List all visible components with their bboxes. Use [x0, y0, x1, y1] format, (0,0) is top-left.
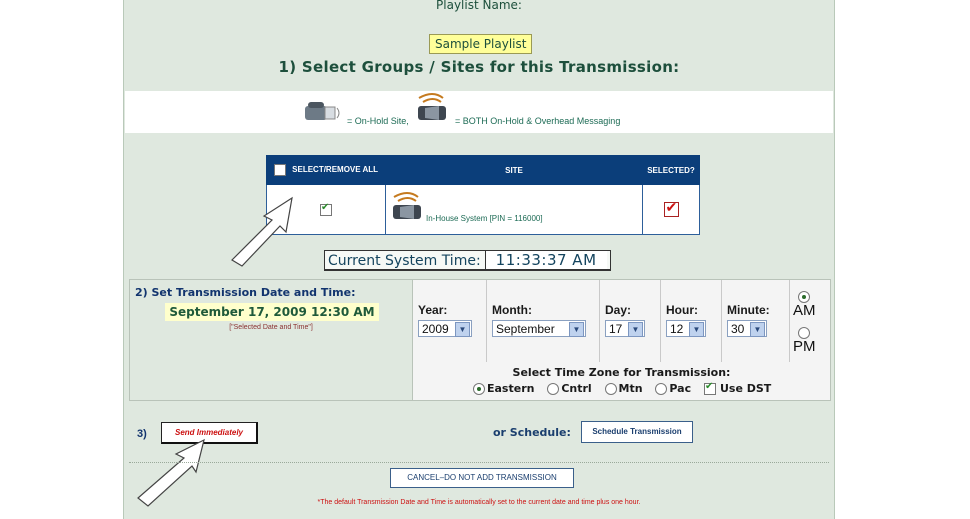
step3-section: 3) Send Immediately or Schedule: Schedul…: [129, 410, 829, 458]
speaker-megaphone-icon: [393, 192, 421, 219]
site-selected-cell: [642, 184, 700, 235]
month-cell: Month: September ▼: [487, 280, 600, 362]
step2-title: 2) Set Transmission Date and Time:: [135, 286, 356, 299]
tz-radio-mountain[interactable]: [604, 383, 617, 395]
step1-title: 1) Select Groups / Sites for this Transm…: [278, 58, 680, 76]
selected-datetime: September 17, 2009 12:30 AM: [165, 303, 379, 321]
tz-radio-eastern[interactable]: [473, 383, 485, 395]
chevron-down-icon: ▼: [569, 322, 584, 337]
cancel-button[interactable]: CANCEL–DO NOT ADD TRANSMISSION: [390, 468, 574, 488]
tz-label-central: Cntrl: [561, 382, 592, 395]
divider: [129, 462, 829, 463]
step2-summary: 2) Set Transmission Date and Time: Septe…: [130, 280, 413, 400]
hour-cell: Hour: 12 ▼: [661, 280, 722, 362]
day-cell: Day: 17 ▼: [600, 280, 661, 362]
current-time-value: 11:33:37 AM: [484, 251, 607, 269]
selected-header: SELECTED?: [642, 155, 700, 185]
minute-cell: Minute: 30 ▼: [722, 280, 790, 362]
day-label: Day:: [605, 303, 632, 317]
step2-section: 2) Set Transmission Date and Time: Septe…: [129, 279, 831, 401]
year-cell: Year: 2009 ▼: [413, 280, 487, 362]
speaker-megaphone-icon: [418, 93, 446, 120]
site-checkbox[interactable]: [320, 202, 332, 216]
timezone-title: Select Time Zone for Transmission:: [512, 366, 731, 379]
select-all-checkbox[interactable]: [273, 164, 286, 176]
chevron-down-icon: ▼: [750, 322, 765, 337]
selected-datetime-caption: ["Selected Date and Time"]: [229, 324, 313, 331]
table-row: In-House System [PIN = 116000]: [266, 184, 700, 235]
select-all-header[interactable]: SELECT/REMOVE ALL: [266, 155, 386, 185]
ampm-cell: AM PM: [790, 280, 830, 362]
site-type-legend: = On-Hold Site, = BOTH On-Hold & Overhea…: [125, 91, 833, 133]
current-time-label: Current System Time:: [328, 253, 481, 269]
timezone-section: Select Time Zone for Transmission: Easte…: [413, 362, 830, 400]
am-label: AM: [793, 302, 816, 319]
chevron-down-icon: ▼: [455, 322, 470, 337]
year-value: 2009: [422, 322, 449, 336]
site-header: SITE: [385, 155, 643, 185]
pm-label: PM: [793, 338, 816, 355]
hour-label: Hour:: [666, 303, 698, 317]
site-cell: In-House System [PIN = 116000]: [385, 184, 643, 235]
select-all-label: SELECT/REMOVE ALL: [292, 165, 379, 175]
timezone-options: Eastern Cntrl Mtn Pac Use DST: [473, 381, 772, 395]
transmission-panel: Playlist Name: Sample Playlist 1) Select…: [123, 0, 835, 519]
playlist-name-label: Playlist Name:: [436, 0, 522, 12]
minute-label: Minute:: [727, 303, 770, 317]
sites-table: SELECT/REMOVE ALL SITE SELECTED? In-Hous…: [266, 155, 700, 235]
dst-checkbox[interactable]: [703, 381, 716, 395]
tz-label-eastern: Eastern: [487, 382, 535, 395]
minute-value: 30: [731, 322, 745, 336]
site-name: In-House System [PIN = 116000]: [426, 214, 543, 223]
month-select[interactable]: September ▼: [492, 320, 586, 337]
legend-onhold-text: = On-Hold Site,: [347, 116, 409, 126]
year-label: Year:: [418, 303, 448, 317]
or-schedule-label: or Schedule:: [493, 426, 571, 439]
day-value: 17: [609, 322, 623, 336]
tz-radio-central[interactable]: [547, 383, 560, 395]
month-label: Month:: [492, 303, 532, 317]
year-select[interactable]: 2009 ▼: [418, 320, 472, 337]
footnote: *The default Transmission Date and Time …: [317, 499, 641, 506]
month-value: September: [496, 322, 555, 336]
hour-select[interactable]: 12 ▼: [666, 320, 706, 337]
left-margin: [0, 0, 123, 519]
tz-label-pacific: Pac: [669, 382, 692, 395]
chevron-down-icon: ▼: [628, 322, 643, 337]
dst-label: Use DST: [719, 382, 772, 395]
minute-select[interactable]: 30 ▼: [727, 320, 767, 337]
tz-label-mountain: Mtn: [618, 382, 643, 395]
current-system-time: Current System Time: 11:33:37 AM: [324, 250, 611, 271]
phone-speaker-icon: [305, 102, 340, 120]
right-margin: [834, 0, 970, 519]
playlist-name-value: Sample Playlist: [429, 34, 533, 54]
schedule-transmission-button[interactable]: Schedule Transmission: [581, 421, 693, 443]
hour-value: 12: [670, 322, 684, 336]
tz-radio-pacific[interactable]: [655, 383, 668, 395]
site-selected-mark: [663, 199, 679, 217]
legend-both-text: = BOTH On-Hold & Overhead Messaging: [455, 116, 621, 126]
arrow-pointer-icon: [231, 196, 293, 267]
chevron-down-icon: ▼: [689, 322, 704, 337]
day-select[interactable]: 17 ▼: [605, 320, 645, 337]
